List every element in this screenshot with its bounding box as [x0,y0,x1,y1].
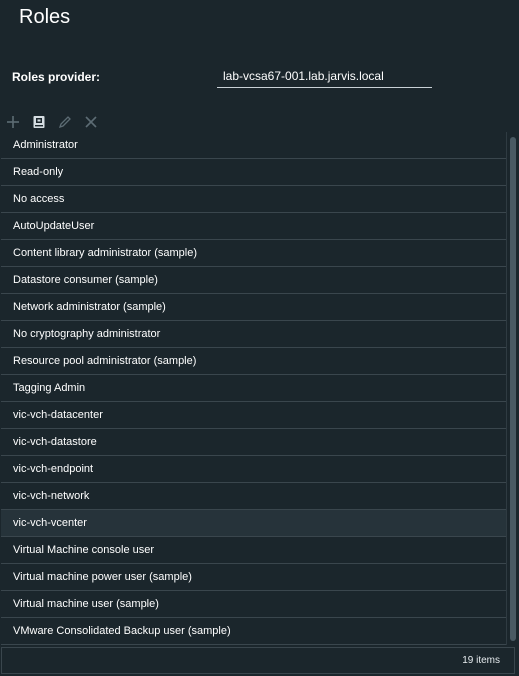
role-row[interactable]: vic-vch-network [1,483,506,510]
role-row[interactable]: No cryptography administrator [1,321,506,348]
roles-provider-value: lab-vcsa67-001.lab.jarvis.local [223,69,384,83]
roles-provider-label: Roles provider: [12,70,101,84]
clone-role-button[interactable] [30,113,48,131]
role-row[interactable]: Virtual Machine console user [1,537,506,564]
role-row[interactable]: Virtual machine power user (sample) [1,564,506,591]
role-row[interactable]: Network administrator (sample) [1,294,506,321]
role-row[interactable]: Tagging Admin [1,375,506,402]
edit-role-button[interactable] [56,113,74,131]
role-row[interactable]: Administrator [1,132,506,159]
role-row[interactable]: No access [1,186,506,213]
add-icon [7,116,19,128]
role-row[interactable]: vic-vch-vcenter [1,510,506,537]
delete-icon [85,116,97,128]
role-row[interactable]: Read-only [1,159,506,186]
role-row[interactable]: AutoUpdateUser [1,213,506,240]
role-row[interactable]: vic-vch-datacenter [1,402,506,429]
roles-list-footer: 19 items [1,647,515,674]
delete-role-button[interactable] [82,113,100,131]
role-row[interactable]: vic-vch-datastore [1,429,506,456]
role-row[interactable]: Resource pool administrator (sample) [1,348,506,375]
role-row[interactable]: Virtual machine user (sample) [1,591,506,618]
edit-icon [58,116,71,129]
item-count: 19 items [462,655,500,666]
role-row[interactable]: Datastore consumer (sample) [1,267,506,294]
roles-list: Administrator Read-only No access AutoUp… [1,132,507,645]
role-row[interactable]: VMware Consolidated Backup user (sample) [1,618,506,645]
scrollbar-thumb[interactable] [510,137,516,641]
add-role-button[interactable] [4,113,22,131]
roles-provider-select[interactable]: lab-vcsa67-001.lab.jarvis.local [217,66,432,88]
role-row[interactable]: Content library administrator (sample) [1,240,506,267]
role-row[interactable]: vic-vch-endpoint [1,456,506,483]
clone-icon [33,116,45,128]
page-title: Roles [19,6,71,28]
roles-list-scrollbar[interactable] [508,132,518,645]
roles-toolbar [4,113,100,131]
